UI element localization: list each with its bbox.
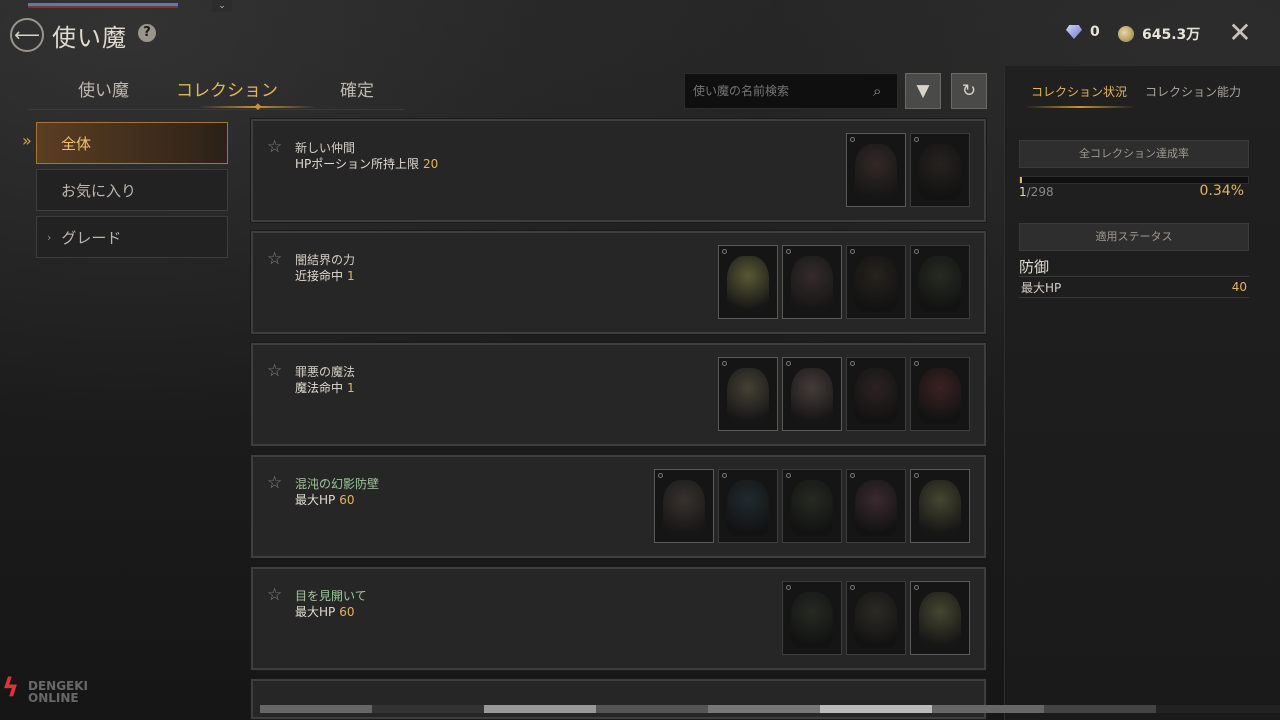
star-icon[interactable]: ☆ (267, 249, 282, 269)
watermark-logo: ϟ DENGEKI ONLINE (2, 673, 89, 705)
chevron-right-icon: › (47, 230, 52, 244)
collection-card[interactable]: ☆ 混沌の幻影防壁 最大HP 60 (250, 454, 987, 559)
help-icon[interactable]: ? (138, 24, 156, 42)
toad-beast-icon[interactable] (910, 581, 970, 655)
top-status-bar: ⌄ (28, 0, 232, 12)
main-tabs: 使い魔 コレクション 確定 ◆ (28, 66, 404, 112)
bottom-scroll-strip[interactable] (260, 705, 1280, 713)
search-icon[interactable]: ⌕ (873, 82, 881, 100)
chevron-down-icon[interactable]: ⌄ (212, 0, 232, 12)
right-tab-underline (1025, 106, 1135, 108)
progress-percent: 0.34% (1199, 183, 1244, 199)
red-goblin-icon[interactable] (910, 357, 970, 431)
star-icon[interactable]: ☆ (267, 585, 282, 605)
collection-name: 罪悪の魔法 (295, 365, 356, 379)
tab-collection-status[interactable]: コレクション状況 (1031, 83, 1127, 100)
familiar-slots (782, 581, 970, 655)
gold-currency: 645.3万 (1118, 24, 1200, 44)
eye-orb-icon[interactable] (782, 245, 842, 319)
collection-stat: HPポーション所持上限 20 (295, 157, 439, 171)
ghoul-icon[interactable] (846, 357, 906, 431)
dark-knight-icon[interactable] (654, 469, 714, 543)
funnel-icon: ▼ (916, 81, 930, 101)
tab-collection-ability[interactable]: コレクション能力 (1145, 83, 1241, 100)
stat-value: 40 (1231, 280, 1247, 294)
collection-name: 目を見開いて (295, 589, 367, 603)
tab-confirm[interactable]: 確定 (340, 76, 374, 101)
collection-card[interactable]: ☆ 闇結界の力 近接命中 1 (250, 230, 987, 335)
familiar-slots (718, 357, 970, 431)
collection-card[interactable]: ☆ 新しい仲間 HPポーション所持上限 20 (250, 118, 987, 223)
search-box: ⌕ (684, 73, 898, 109)
collection-stat: 最大HP 60 (295, 605, 355, 619)
filter-all-label: 全体 (61, 134, 92, 153)
gem-currency: 0 (1066, 24, 1100, 40)
moss-golem-icon[interactable] (782, 469, 842, 543)
collection-name: 新しい仲間 (295, 141, 356, 155)
progress-count: 1/298 (1019, 185, 1054, 199)
familiar-slots (654, 469, 970, 543)
hooded-creature-icon[interactable] (910, 133, 970, 207)
gem-icon (1066, 25, 1082, 39)
collection-card-partial[interactable] (250, 678, 987, 720)
imp-icon[interactable] (846, 245, 906, 319)
gem-count: 0 (1090, 24, 1100, 40)
star-icon[interactable]: ☆ (267, 361, 282, 381)
goblin-icon[interactable] (910, 245, 970, 319)
filter-favorites[interactable]: お気に入り (36, 169, 228, 211)
selected-chevron-icon: » (22, 131, 32, 150)
familiar-slots (718, 245, 970, 319)
refresh-button[interactable]: ↻ (951, 73, 987, 109)
filter-button[interactable]: ▼ (905, 73, 941, 109)
search-input[interactable] (693, 84, 873, 98)
stat-label: 最大HP (1021, 280, 1062, 295)
collection-name: 闇結界の力 (295, 253, 356, 267)
rabbit-mage-icon[interactable] (782, 357, 842, 431)
horned-demon-icon[interactable] (846, 581, 906, 655)
tab-familiar[interactable]: 使い魔 (78, 76, 129, 101)
blue-beast-icon[interactable] (718, 469, 778, 543)
star-icon[interactable]: ☆ (267, 473, 282, 493)
collection-stat: 最大HP 60 (295, 493, 355, 507)
filter-grade[interactable]: › グレード (36, 216, 228, 258)
filter-grade-label: グレード (61, 228, 122, 247)
close-button[interactable]: ✕ (1226, 19, 1254, 48)
gold-amount: 645.3万 (1142, 27, 1201, 43)
defense-section-title: 防御 (1019, 258, 1050, 276)
familiar-slots (846, 133, 970, 207)
page-title: 使い魔 (52, 24, 127, 52)
back-button[interactable]: ⟵ (10, 18, 44, 52)
collection-card[interactable]: ☆ 目を見開いて 最大HP 60 (250, 566, 987, 671)
collection-stat: 近接命中 1 (295, 269, 355, 283)
stat-row-max-hp: 最大HP 40 (1019, 276, 1249, 298)
filter-all[interactable]: 全体 (36, 122, 228, 164)
moss-golem-icon[interactable] (782, 581, 842, 655)
tab-collection[interactable]: コレクション (176, 76, 278, 101)
toad-beast-icon[interactable] (910, 469, 970, 543)
ram-beast-icon[interactable] (718, 357, 778, 431)
eye-orb-icon[interactable] (846, 133, 906, 207)
refresh-icon: ↻ (961, 81, 977, 101)
collection-name: 混沌の幻影防壁 (295, 477, 380, 491)
achievement-header: 全コレクション達成率 (1019, 140, 1249, 168)
right-panel: コレクション状況 コレクション能力 全コレクション達成率 1/298 0.34%… (1004, 66, 1280, 720)
gold-coin-icon (1118, 26, 1134, 42)
star-icon[interactable]: ☆ (267, 137, 282, 157)
treant-icon[interactable] (718, 245, 778, 319)
collection-card[interactable]: ☆ 罪悪の魔法 魔法命中 1 (250, 342, 987, 447)
tab-ornament-icon: ◆ (254, 102, 262, 112)
pink-specter-icon[interactable] (846, 469, 906, 543)
collection-stat: 魔法命中 1 (295, 381, 355, 395)
applied-status-header: 適用ステータス (1019, 223, 1249, 251)
filter-favorites-label: お気に入り (61, 181, 137, 200)
